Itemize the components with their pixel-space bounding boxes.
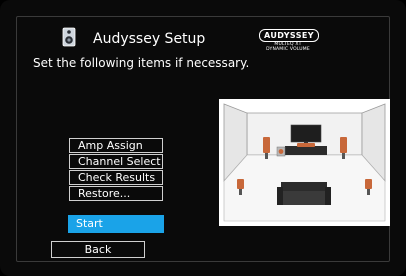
back-button[interactable]: Back <box>51 241 145 258</box>
front-left-speaker-stand <box>265 153 268 159</box>
subwoofer-cone <box>278 149 284 154</box>
sofa-right-arm <box>325 187 331 205</box>
sofa-left-arm <box>277 187 283 205</box>
tv-icon <box>290 124 322 143</box>
speaker-icon <box>62 27 76 47</box>
audyssey-logo-line2: DYNAMIC VOLUME <box>266 47 310 52</box>
page-title: Audyssey Setup <box>93 31 206 47</box>
audyssey-logo-brand: AUDYSSEY <box>259 29 319 42</box>
channel-select-button[interactable]: Channel Select <box>69 154 163 169</box>
surround-left-speaker-stand <box>239 189 242 195</box>
center-speaker-icon <box>297 143 315 147</box>
surround-right-speaker-stand <box>367 189 370 195</box>
speaker-layout-illustration <box>219 99 390 226</box>
front-left-speaker-icon <box>263 137 270 153</box>
surround-left-speaker-icon <box>237 179 244 189</box>
restore-button[interactable]: Restore... <box>69 186 163 201</box>
sofa-backrest <box>281 182 327 192</box>
front-right-speaker-icon <box>340 137 347 153</box>
sofa-seat <box>281 191 327 205</box>
start-button[interactable]: Start <box>68 215 164 233</box>
tv-cabinet <box>285 146 327 155</box>
front-right-speaker-stand <box>342 153 345 159</box>
check-results-button[interactable]: Check Results <box>69 170 163 185</box>
screen: Audyssey Setup Set the following items i… <box>0 0 406 276</box>
amp-assign-button[interactable]: Amp Assign <box>69 138 163 153</box>
page-subtitle: Set the following items if necessary. <box>33 56 250 70</box>
surround-right-speaker-icon <box>365 179 372 189</box>
audyssey-logo: AUDYSSEY MULTEQ XT DYNAMIC VOLUME <box>255 29 321 57</box>
